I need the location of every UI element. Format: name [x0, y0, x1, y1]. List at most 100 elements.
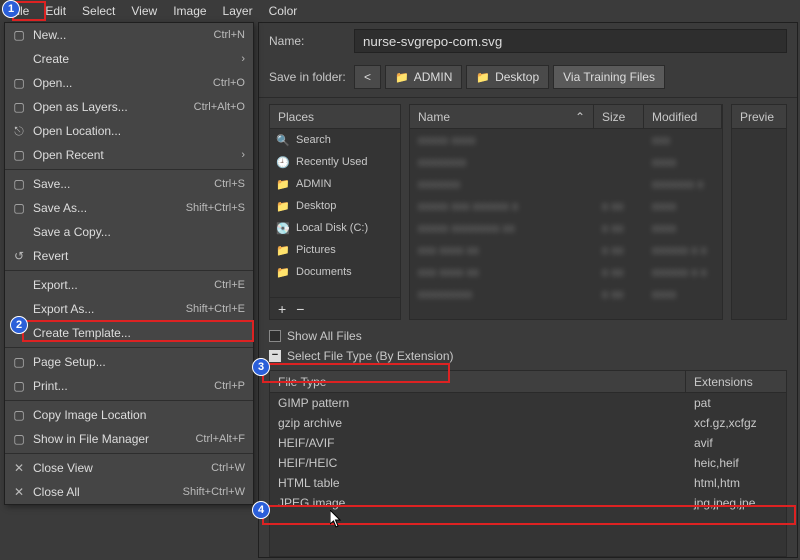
file-row[interactable]: xxxxx xxxxxxxx xxx xxxxxx: [410, 217, 722, 239]
menu-item-open-location[interactable]: ⎋Open Location...: [5, 119, 253, 143]
menu-item-icon: ▢: [9, 28, 29, 42]
file-modified: xxxx: [652, 221, 676, 235]
file-type-row[interactable]: HEIF/AVIFavif: [270, 433, 786, 453]
breadcrumb-label: Via Training Files: [563, 70, 655, 84]
menu-color[interactable]: Color: [261, 1, 306, 21]
menu-image[interactable]: Image: [165, 1, 214, 21]
places-item[interactable]: 📁 Desktop: [270, 195, 400, 217]
folder-label: Save in folder:: [269, 70, 354, 84]
menu-edit[interactable]: Edit: [37, 1, 74, 21]
menu-item-create[interactable]: Create›: [5, 47, 253, 71]
file-row[interactable]: xxxxxxxxxxxx: [410, 151, 722, 173]
places-add-button[interactable]: +: [278, 301, 286, 317]
menu-file[interactable]: File: [2, 1, 37, 21]
col-modified[interactable]: Modified: [644, 105, 722, 128]
places-item[interactable]: 📁ADMIN: [270, 173, 400, 195]
menu-item-open-as-layers[interactable]: ▢Open as Layers...Ctrl+Alt+O: [5, 95, 253, 119]
breadcrumb-back-button[interactable]: <: [354, 65, 381, 89]
menu-item-create-template[interactable]: Create Template...: [5, 321, 253, 345]
menu-item-label: Save...: [29, 177, 206, 191]
menu-item-icon: ▢: [9, 148, 29, 162]
menu-item-show-in-file-manager[interactable]: ▢Show in File ManagerCtrl+Alt+F: [5, 427, 253, 451]
file-size: x xx: [602, 221, 623, 235]
file-type-ext: pat: [686, 393, 786, 413]
breadcrumb-current[interactable]: Via Training Files: [553, 65, 665, 89]
menu-item-revert[interactable]: ↺Revert: [5, 244, 253, 268]
menu-item-export[interactable]: Export...Ctrl+E: [5, 273, 253, 297]
menu-item-new[interactable]: ▢New...Ctrl+N: [5, 23, 253, 47]
select-file-type-expander[interactable]: − Select File Type (By Extension): [269, 346, 787, 366]
file-name: xxxxxxx: [418, 177, 460, 191]
breadcrumb-admin[interactable]: 📁ADMIN: [385, 65, 462, 89]
file-type-row[interactable]: GIMP patternpat: [270, 393, 786, 413]
file-row[interactable]: xxxxxxxxxxxxxx x: [410, 173, 722, 195]
col-name[interactable]: Name⌃: [410, 105, 594, 128]
file-list: Name⌃ Size Modified xxxxx xxxxxxxxxxxxxx…: [409, 104, 723, 320]
menu-item-icon: ▢: [9, 408, 29, 422]
file-name: xxxxx xxx xxxxxx x: [418, 199, 518, 213]
menu-item-export-as[interactable]: Export As...Shift+Ctrl+E: [5, 297, 253, 321]
menu-item-save-as[interactable]: ▢Save As...Shift+Ctrl+S: [5, 196, 253, 220]
menu-layer[interactable]: Layer: [215, 1, 261, 21]
file-type-row[interactable]: gzip archivexcf.gz,xcfgz: [270, 413, 786, 433]
menu-item-shortcut: Ctrl+Alt+O: [186, 101, 245, 113]
place-icon: 📁: [276, 244, 290, 257]
menu-item-save-a-copy[interactable]: Save a Copy...: [5, 220, 253, 244]
col-size[interactable]: Size: [594, 105, 644, 128]
col-extensions[interactable]: Extensions: [686, 371, 786, 392]
breadcrumb: < 📁ADMIN 📁Desktop Via Training Files: [354, 65, 665, 89]
menu-item-label: Create Template...: [29, 326, 237, 340]
separator: [5, 169, 253, 170]
checkbox-icon: [269, 330, 281, 342]
menu-item-save[interactable]: ▢Save...Ctrl+S: [5, 172, 253, 196]
file-type-ext: html,htm: [686, 473, 786, 493]
file-row[interactable]: xxxxx xxxxxxx: [410, 129, 722, 151]
file-type-row[interactable]: JPEG imagejpg,jpeg,jpe: [270, 493, 786, 513]
places-item[interactable]: 🕘Recently Used: [270, 151, 400, 173]
file-row[interactable]: xxx xxxx xxx xxxxxxxx x x: [410, 239, 722, 261]
options: Show All Files − Select File Type (By Ex…: [259, 320, 797, 368]
menu-item-icon: ▢: [9, 177, 29, 191]
places-item[interactable]: 📁 Pictures: [270, 239, 400, 261]
menu-item-label: Save As...: [29, 201, 178, 215]
menu-item-open-recent[interactable]: ▢Open Recent›: [5, 143, 253, 167]
menu-item-close-view[interactable]: ✕Close ViewCtrl+W: [5, 456, 253, 480]
places-item[interactable]: 💽Local Disk (C:): [270, 217, 400, 239]
menu-item-page-setup[interactable]: ▢Page Setup...: [5, 350, 253, 374]
file-size: x xx: [602, 287, 623, 301]
file-row[interactable]: xxxxx xxx xxxxxx xx xxxxxx: [410, 195, 722, 217]
breadcrumb-label: Desktop: [495, 70, 539, 84]
menu-item-open[interactable]: ▢Open...Ctrl+O: [5, 71, 253, 95]
file-name: xxx xxxx xx: [418, 243, 479, 257]
file-row[interactable]: xxxxxxxxxx xxxxxx: [410, 283, 722, 305]
menu-item-icon: ▢: [9, 201, 29, 215]
breadcrumb-desktop[interactable]: 📁Desktop: [466, 65, 549, 89]
show-all-files-option[interactable]: Show All Files: [269, 326, 787, 346]
file-type-name: HTML table: [270, 473, 686, 493]
menu-item-shortcut: Shift+Ctrl+S: [178, 202, 245, 214]
menu-item-print[interactable]: ▢Print...Ctrl+P: [5, 374, 253, 398]
menu-item-copy-image-location[interactable]: ▢Copy Image Location: [5, 403, 253, 427]
menu-item-label: Close All: [29, 485, 175, 499]
place-label: ADMIN: [296, 178, 331, 190]
place-icon: 📁: [276, 200, 290, 213]
file-row[interactable]: xxx xxxx xxx xxxxxxxx x x: [410, 261, 722, 283]
menu-view[interactable]: View: [123, 1, 165, 21]
file-type-row[interactable]: HTML tablehtml,htm: [270, 473, 786, 493]
col-file-type[interactable]: File Type: [270, 371, 686, 392]
menu-select[interactable]: Select: [74, 1, 123, 21]
menu-item-close-all[interactable]: ✕Close AllShift+Ctrl+W: [5, 480, 253, 504]
places-item[interactable]: 🔍Search: [270, 129, 400, 151]
file-modified: xxxx: [652, 155, 676, 169]
places-item[interactable]: 📁Documents: [270, 261, 400, 283]
places-panel: Places 🔍Search🕘Recently Used📁ADMIN📁Deskt…: [269, 104, 401, 320]
filename-input[interactable]: [354, 29, 787, 53]
menu-item-icon: ▢: [9, 100, 29, 114]
place-label: Desktop: [296, 200, 336, 212]
file-size: x xx: [602, 243, 623, 257]
file-dropdown: ▢New...Ctrl+NCreate›▢Open...Ctrl+O▢Open …: [4, 22, 254, 505]
file-type-name: GIMP pattern: [270, 393, 686, 413]
file-type-row[interactable]: HEIF/HEICheic,heif: [270, 453, 786, 473]
places-remove-button[interactable]: −: [296, 301, 304, 317]
place-label: Pictures: [296, 244, 336, 256]
